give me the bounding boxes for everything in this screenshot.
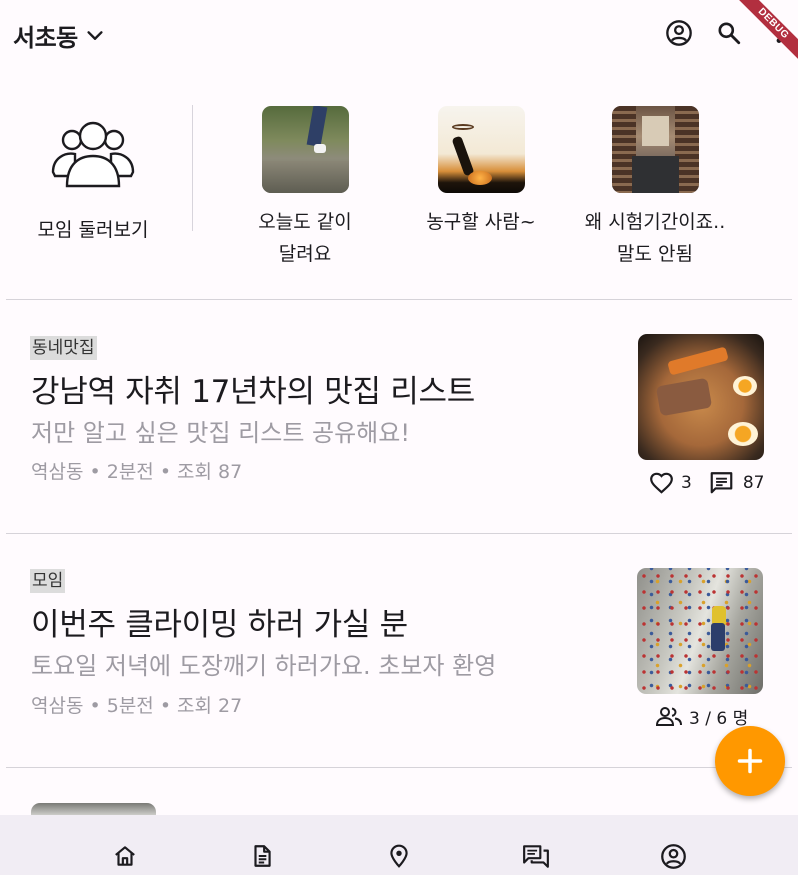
heart-icon bbox=[650, 472, 673, 494]
post-meta: 역삼동 • 5분전 • 조회 27 bbox=[31, 695, 243, 717]
category-tag: 동네맛집 bbox=[30, 336, 97, 360]
post-item[interactable]: 모임 이번주 클라이밍 하러 가실 분 토요일 저녁에 도장깨기 하러가요. 초… bbox=[0, 534, 798, 767]
story-label-line2: 말도 안됨 bbox=[617, 243, 693, 265]
post-title-partial: ...어모 하 스 이 스 로 배 오 bbox=[280, 806, 630, 815]
post-stats: 3 87 bbox=[648, 470, 764, 496]
category-tag: 모임 bbox=[30, 569, 66, 593]
library-photo bbox=[611, 106, 699, 193]
app-bar: 서초동 bbox=[0, 0, 798, 70]
post-title: 강남역 자취 17년차의 맛집 리스트 bbox=[31, 374, 475, 410]
story-label: 모임 둘러보기 bbox=[37, 219, 149, 241]
post-subtitle: 저만 알고 싶은 맛집 리스트 공유해요! bbox=[31, 419, 410, 447]
like-count: 3 bbox=[681, 473, 692, 493]
story-2[interactable]: 농구할 사람~ bbox=[396, 106, 566, 238]
home-icon[interactable] bbox=[110, 841, 140, 871]
search-icon[interactable] bbox=[714, 18, 744, 48]
post-subtitle: 토요일 저녁에 도장깨기 하러가요. 초보자 환영 bbox=[31, 652, 497, 680]
member-count-text: 3 / 6 명 bbox=[689, 709, 749, 729]
member-count: 3 / 6 명 bbox=[655, 704, 748, 729]
ramen-photo bbox=[638, 334, 764, 460]
document-icon[interactable] bbox=[247, 841, 277, 871]
group-icon bbox=[51, 121, 135, 188]
post-item[interactable]: ...어모 하 스 이 스 로 배 오 bbox=[0, 768, 798, 815]
people-icon bbox=[655, 706, 682, 726]
post-meta: 역삼동 • 2분전 • 조회 87 bbox=[31, 461, 243, 483]
story-divider bbox=[192, 105, 193, 231]
story-3[interactable]: 왜 시험기간이죠.. 말도 안됨 bbox=[570, 106, 740, 270]
post-title: 이번주 클라이밍 하러 가실 분 bbox=[31, 607, 408, 643]
comment-count: 87 bbox=[742, 473, 765, 493]
story-label-line1: 오늘도 같이 bbox=[258, 211, 352, 233]
bottom-nav bbox=[0, 815, 798, 875]
running-photo bbox=[261, 106, 349, 193]
add-post-button[interactable] bbox=[715, 726, 785, 796]
story-label-line2: 달려요 bbox=[278, 243, 332, 265]
story-1[interactable]: 오늘도 같이 달려요 bbox=[220, 106, 390, 270]
story-label-line1: 왜 시험기간이죠.. bbox=[584, 211, 726, 233]
plus-icon bbox=[737, 748, 763, 774]
chat-icon[interactable] bbox=[521, 841, 551, 871]
account-icon[interactable] bbox=[658, 841, 688, 871]
post-item[interactable]: 동네맛집 강남역 자취 17년차의 맛집 리스트 저만 알고 싶은 맛집 리스트… bbox=[0, 300, 798, 533]
story-0[interactable]: 모임 둘러보기 bbox=[8, 106, 178, 246]
story-label: 농구할 사람~ bbox=[426, 211, 536, 233]
profile-icon[interactable] bbox=[664, 18, 694, 48]
chevron-down-icon bbox=[87, 30, 103, 40]
climbing-photo bbox=[637, 568, 763, 694]
basketball-photo bbox=[437, 106, 525, 193]
comment-icon bbox=[710, 472, 733, 494]
post-thumbnail bbox=[31, 803, 156, 815]
location-label: 서초동 bbox=[13, 24, 78, 52]
location-pin-icon[interactable] bbox=[384, 841, 414, 871]
more-icon[interactable] bbox=[764, 18, 794, 48]
location-selector[interactable]: 서초동 bbox=[13, 18, 106, 53]
